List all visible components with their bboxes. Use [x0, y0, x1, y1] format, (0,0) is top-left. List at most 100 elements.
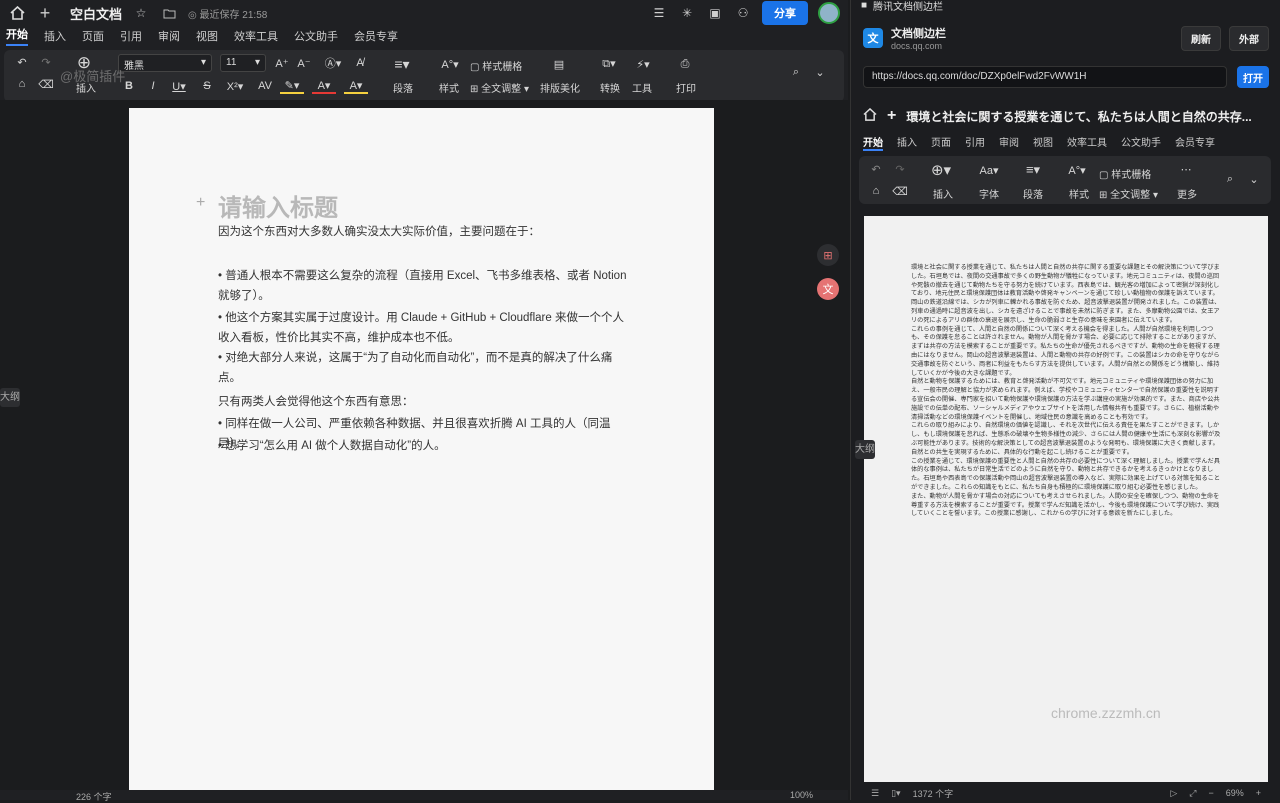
- paragraph-intro[interactable]: 因为这个东西对大多数人确实没太大实际价值，主要问题在于：: [218, 222, 628, 242]
- open-button[interactable]: 打开: [1237, 66, 1269, 88]
- refresh-button[interactable]: 刷新: [1181, 25, 1221, 51]
- tab-reference[interactable]: 引用: [965, 134, 985, 151]
- folder-icon[interactable]: [160, 4, 178, 22]
- tab-official[interactable]: 公文助手: [1121, 134, 1161, 151]
- apps-icon[interactable]: ⊞: [817, 244, 839, 266]
- tab-efficiency[interactable]: 效率工具: [234, 28, 278, 44]
- shrink-font-icon[interactable]: A⁻: [296, 54, 312, 72]
- font-select[interactable]: 雅黑 ▾: [118, 54, 212, 72]
- redo-icon[interactable]: ↷: [893, 162, 907, 176]
- font-icon[interactable]: Aa▾: [975, 160, 1003, 180]
- undo-icon[interactable]: ↶: [14, 54, 30, 70]
- play-icon[interactable]: ▷: [1170, 788, 1177, 799]
- word-count[interactable]: 1372 个字: [913, 787, 954, 800]
- font-color-icon[interactable]: A▾: [312, 78, 336, 94]
- full-adjust-button[interactable]: ⊞ 全文调整 ▾: [1099, 186, 1158, 201]
- jp-paragraph[interactable]: また、動物が人間を脅かす場合の対応についても考えさせられました。人間の安全を確保…: [911, 493, 1221, 519]
- print-icon[interactable]: ⎙: [676, 54, 694, 74]
- tab-page[interactable]: 页面: [931, 134, 951, 151]
- bullet-2[interactable]: • 他这个方案其实属于过度设计。用 Claude + GitHub + Clou…: [218, 308, 628, 348]
- jp-paragraph[interactable]: これらの取り組みにより、自然環境の価値を認識し、それを次世代に伝える責任を果たす…: [911, 422, 1221, 457]
- tools-icon[interactable]: ⚡▾: [630, 54, 656, 74]
- zoom-in-icon[interactable]: +: [1256, 788, 1261, 798]
- avatar[interactable]: [818, 2, 840, 24]
- search-icon[interactable]: ⌕: [788, 64, 804, 80]
- font-size-select[interactable]: 11 ▾: [220, 54, 266, 72]
- jp-paragraph[interactable]: 環境と社会に関する授業を通じて、私たちは人間と自然の共存に関する重要な課題とその…: [911, 264, 1221, 326]
- tab-member[interactable]: 会员专享: [354, 28, 398, 44]
- char-spacing-icon[interactable]: AV: [256, 78, 274, 94]
- present-icon[interactable]: ▣: [706, 4, 724, 22]
- bullet-1[interactable]: • 普通人根本不需要这么复杂的流程（直接用 Excel、飞书多维表格、或者 No…: [218, 266, 628, 306]
- more-icon[interactable]: ⋯: [1177, 162, 1195, 176]
- sidebar-document-page[interactable]: 環境と社会に関する授業を通じて、私たちは人間と自然の共存に関する重要な課題とその…: [864, 216, 1268, 782]
- highlight-icon[interactable]: ✎▾: [280, 78, 304, 94]
- tab-insert[interactable]: 插入: [44, 28, 66, 44]
- list-icon[interactable]: ☰: [871, 788, 879, 799]
- tools-label[interactable]: 工具: [632, 80, 652, 95]
- bullet-5[interactable]: • 想学习“怎么用 AI 做个人数据自动化”的人。: [218, 436, 628, 456]
- zoom-level[interactable]: 100%: [790, 790, 813, 800]
- translate-icon[interactable]: 文: [817, 278, 839, 300]
- add-title-icon[interactable]: +: [196, 194, 205, 212]
- layout-beautify-label[interactable]: 排版美化: [540, 80, 580, 95]
- jp-paragraph[interactable]: この授業を通じて、環境保護の重要性と人間と自然の共存の必要性について深く理解しま…: [911, 458, 1221, 493]
- outline-tab[interactable]: 大纲: [0, 388, 20, 407]
- style-label[interactable]: 样式: [1069, 186, 1089, 201]
- align-icon[interactable]: ≡▾: [388, 54, 416, 74]
- tab-view[interactable]: 视图: [1033, 134, 1053, 151]
- full-adjust-button[interactable]: ⊞ 全文调整 ▾: [470, 80, 529, 95]
- insert-plus-icon[interactable]: ⊕▾: [927, 160, 955, 180]
- italic-icon[interactable]: I: [146, 78, 160, 94]
- page-icon[interactable]: ▯▾: [891, 788, 900, 799]
- style-icon[interactable]: A°▾: [1063, 160, 1091, 180]
- new-doc-icon[interactable]: +: [36, 3, 54, 23]
- layout-icon[interactable]: ▤: [550, 54, 568, 74]
- tab-insert[interactable]: 插入: [897, 134, 917, 151]
- print-label[interactable]: 打印: [676, 80, 696, 95]
- tab-efficiency[interactable]: 效率工具: [1067, 134, 1107, 151]
- tab-review[interactable]: 审阅: [999, 134, 1019, 151]
- fullscreen-icon[interactable]: ⤢: [1189, 788, 1196, 799]
- outline-tab[interactable]: 大纲: [855, 440, 875, 459]
- document-page[interactable]: + 请输入标题 因为这个东西对大多数人确实没太大实际价值，主要问题在于： • 普…: [129, 108, 714, 798]
- strikethrough-icon[interactable]: S: [200, 78, 214, 94]
- pinyin-icon[interactable]: A̸: [352, 54, 368, 72]
- title-placeholder[interactable]: 请输入标题: [218, 188, 338, 223]
- new-doc-icon[interactable]: +: [887, 107, 896, 125]
- convert-label[interactable]: 转换: [600, 80, 620, 95]
- zoom-out-icon[interactable]: −: [1208, 788, 1213, 798]
- insert-label[interactable]: 插入: [933, 186, 953, 201]
- jp-paragraph[interactable]: これらの事例を通じて、人間と自然の関係について深く考える機会を得ました。人間が自…: [911, 326, 1221, 379]
- doc-title[interactable]: 空白文档: [70, 4, 122, 23]
- grow-font-icon[interactable]: A⁺: [274, 54, 290, 72]
- redo-icon[interactable]: ↷: [38, 54, 54, 70]
- menu-icon[interactable]: ☰: [650, 4, 668, 22]
- search-icon[interactable]: ⌕: [1223, 172, 1237, 186]
- star-icon[interactable]: ☆: [132, 4, 150, 22]
- text-effect-icon[interactable]: Ⓐ▾: [322, 54, 344, 72]
- tab-view[interactable]: 视图: [196, 28, 218, 44]
- jp-paragraph[interactable]: 自然と動物を保護するためには、教育と啓発活動が不可欠です。地元コミュニティや環境…: [911, 378, 1221, 422]
- sidebar-doc-title[interactable]: 環境と社会に関する授業を通じて、私たちは人間と自然の共存...: [906, 108, 1251, 125]
- style-icon[interactable]: A°▾: [436, 54, 464, 74]
- superscript-icon[interactable]: X²▾: [224, 78, 246, 94]
- word-count[interactable]: 226 个字: [76, 790, 112, 803]
- text-bg-icon[interactable]: A▾: [344, 78, 368, 94]
- tab-official[interactable]: 公文助手: [294, 28, 338, 44]
- tab-review[interactable]: 审阅: [158, 28, 180, 44]
- style-grid-button[interactable]: ▢ 样式栅格: [470, 58, 522, 73]
- clear-format-icon[interactable]: ⌫: [892, 184, 908, 198]
- tab-page[interactable]: 页面: [82, 28, 104, 44]
- font-label[interactable]: 字体: [979, 186, 999, 201]
- clear-format-icon[interactable]: ⌫: [38, 76, 54, 92]
- home-icon[interactable]: [863, 107, 877, 124]
- collapse-chevron-icon[interactable]: ⌄: [812, 64, 828, 80]
- tab-reference[interactable]: 引用: [120, 28, 142, 44]
- paragraph-label[interactable]: 段落: [393, 80, 413, 95]
- tab-member[interactable]: 会员专享: [1175, 134, 1215, 151]
- paragraph-label[interactable]: 段落: [1023, 186, 1043, 201]
- user-share-icon[interactable]: ⚇: [734, 4, 752, 22]
- tab-start[interactable]: 开始: [6, 26, 28, 46]
- home-icon[interactable]: [8, 4, 26, 22]
